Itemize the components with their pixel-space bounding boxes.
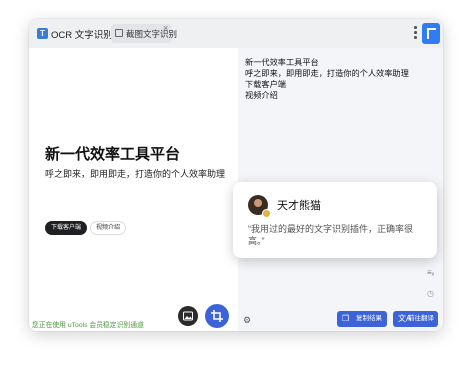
ocr-result-text[interactable]: 新一代效率工具平台 呼之即来，即用即走，打造你的个人效率助理 下载客户端 视频介… bbox=[245, 57, 409, 101]
settings-gear-icon[interactable]: ⚙ bbox=[243, 315, 251, 326]
tab-close-icon[interactable]: × bbox=[163, 23, 168, 33]
ocr-app-icon: T bbox=[37, 28, 48, 39]
more-menu-icon[interactable] bbox=[414, 26, 418, 42]
clear-format-icon[interactable]: ≡ₓ bbox=[427, 268, 434, 277]
screenshot-icon bbox=[115, 29, 123, 37]
translate-icon: 文A bbox=[398, 314, 412, 323]
history-icon[interactable]: ◷ bbox=[427, 289, 434, 298]
download-client-button[interactable]: 下载客户端 bbox=[45, 221, 87, 235]
ocr-line: 下载客户端 bbox=[245, 80, 286, 89]
verified-badge-icon bbox=[262, 209, 271, 218]
copy-result-button[interactable]: ❐ 复制结果 bbox=[337, 311, 387, 327]
image-preview-pane bbox=[29, 48, 238, 331]
testimonial-quote: “我用过的最好的文字识别插件，正确率很高。” bbox=[248, 224, 413, 246]
crop-icon bbox=[211, 310, 223, 322]
translate-label: 前往翻译 bbox=[408, 315, 434, 322]
status-text: 您正在使用 uTools 会员稳定识别通道 bbox=[32, 322, 144, 329]
ocr-line: 呼之即来，即用即走，打造你的个人效率助理 bbox=[245, 69, 409, 78]
crop-button[interactable] bbox=[205, 304, 229, 328]
hero-title: 新一代效率工具平台 bbox=[45, 146, 181, 163]
go-translate-button[interactable]: 文A 前往翻译 bbox=[393, 311, 438, 327]
utools-logo[interactable] bbox=[422, 23, 440, 44]
video-intro-button[interactable]: 视频介绍 bbox=[90, 221, 126, 235]
app-title: OCR 文字识别 bbox=[51, 30, 113, 41]
copy-label: 复制结果 bbox=[356, 315, 382, 322]
ocr-line: 新一代效率工具平台 bbox=[245, 58, 319, 67]
hero-subtitle: 呼之即来，即用即走，打造你的个人效率助理 bbox=[45, 169, 226, 179]
tab-label: 截图文字识别 bbox=[126, 29, 178, 39]
ocr-line: 视频介绍 bbox=[245, 91, 278, 100]
title-bar: T OCR 文字识别 截图文字识别 × bbox=[29, 19, 443, 48]
testimonial-name: 天才熊猫 bbox=[277, 200, 321, 212]
copy-icon: ❐ bbox=[342, 314, 350, 323]
image-icon bbox=[183, 311, 193, 321]
testimonial-card: 天才熊猫 “我用过的最好的文字识别插件，正确率很高。” bbox=[233, 182, 437, 258]
image-button[interactable] bbox=[178, 306, 198, 326]
